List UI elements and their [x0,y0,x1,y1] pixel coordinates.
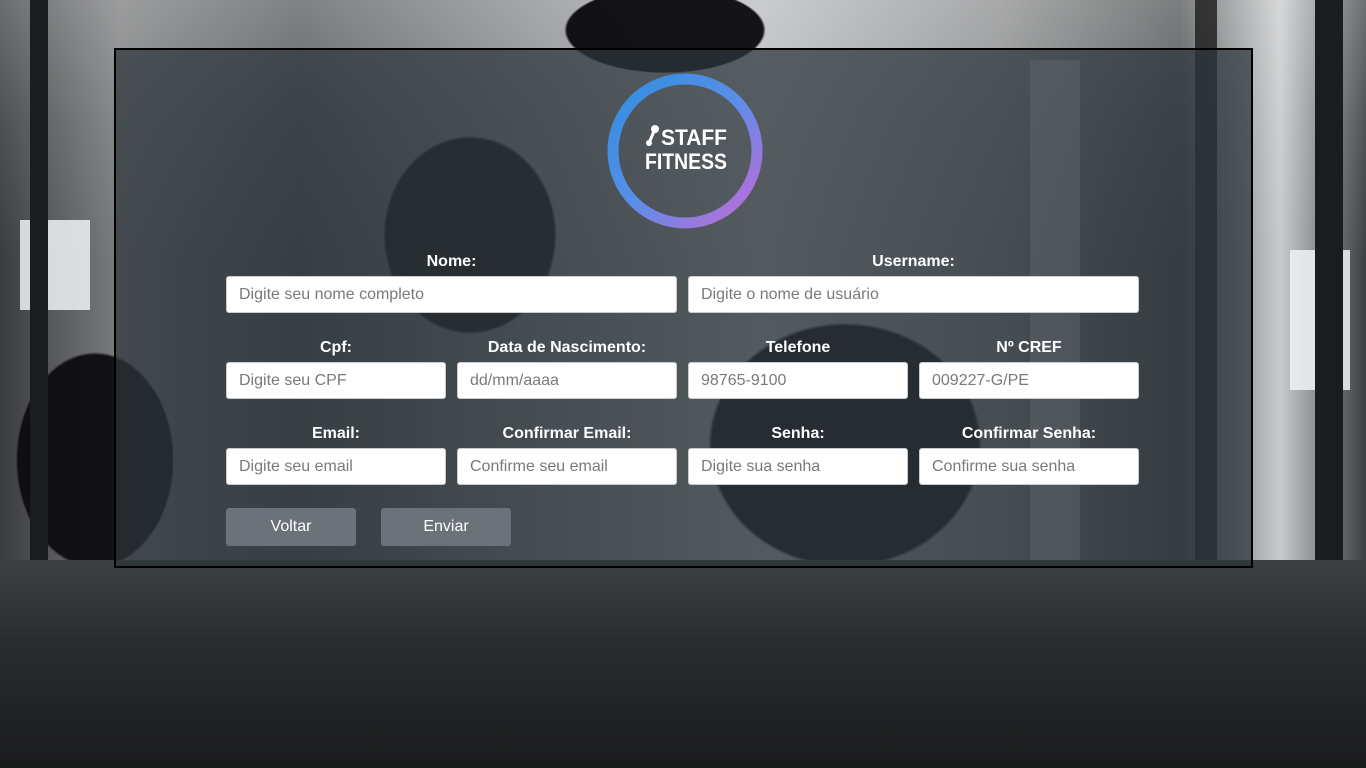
nascimento-input[interactable] [457,362,677,399]
nascimento-label: Data de Nascimento: [487,339,647,356]
dumbbell-icon [646,125,659,146]
logo-text-fitness: FITNESS [645,149,727,174]
nascimento-field: Data de Nascimento: [457,338,677,399]
telefone-label: Telefone [765,339,831,356]
email-label: Email: [311,425,360,442]
nome-input[interactable] [226,276,677,313]
confirmar-email-field: Confirmar Email: [457,424,677,485]
cref-input[interactable] [919,362,1139,399]
email-field: Email: [226,424,446,485]
cpf-input[interactable] [226,362,446,399]
cpf-label: Cpf: [320,339,352,356]
enviar-button[interactable]: Enviar [381,508,511,546]
confirmar-senha-field: Confirmar Senha: [919,424,1139,485]
email-input[interactable] [226,448,446,485]
senha-label: Senha: [771,425,825,442]
telefone-input[interactable] [688,362,908,399]
logo-text-staff: STAFF [661,125,727,150]
senha-input[interactable] [688,448,908,485]
confirmar-email-input[interactable] [457,448,677,485]
username-label: Username: [872,253,955,270]
nome-label: Nome: [426,253,477,270]
username-input[interactable] [688,276,1139,313]
cpf-field: Cpf: [226,338,446,399]
staff-fitness-logo: STAFF FITNESS [607,73,763,229]
cref-field: Nº CREF [919,338,1139,399]
voltar-button[interactable]: Voltar [226,508,356,546]
confirmar-senha-input[interactable] [919,448,1139,485]
telefone-field: Telefone [688,338,908,399]
username-field: Username: [688,252,1139,313]
senha-field: Senha: [688,424,908,485]
confirmar-email-label: Confirmar Email: [502,425,632,442]
confirmar-senha-label: Confirmar Senha: [961,425,1097,442]
nome-field: Nome: [226,252,677,313]
cref-label: Nº CREF [996,339,1062,356]
